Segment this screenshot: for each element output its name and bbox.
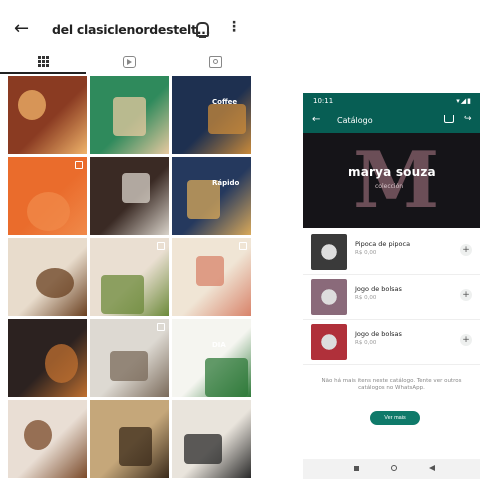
post-image-shape [196,256,224,286]
post-caption-text: Coffee [212,98,238,106]
circle-icon[interactable] [391,465,397,471]
post-thumbnail[interactable] [8,400,87,478]
post-image-shape [110,351,148,381]
item-name: Jogo de bolsas [355,330,402,338]
post-image-shape [122,173,150,203]
profile-username: del clasiclenordestelt... [52,22,211,37]
post-thumbnail[interactable] [90,76,169,154]
post-image-shape [205,358,248,397]
catalog-title: Catálogo [337,116,373,125]
status-icons: ▾◢▮ [456,97,472,105]
see-more-button[interactable]: Ver mais [370,411,420,425]
system-nav-bar [303,459,480,479]
post-image-shape [24,420,52,450]
tab-tagged[interactable] [172,50,258,74]
post-image-shape [18,90,46,120]
carousel-icon [157,242,165,250]
post-image-shape [101,275,144,314]
item-thumbnail [311,324,347,360]
post-thumbnail[interactable] [172,238,251,316]
item-thumbnail [311,279,347,315]
catalog-banner: M marya souza colección [303,133,480,228]
tab-posts[interactable] [0,50,86,74]
item-thumbnail [311,234,347,270]
post-thumbnail[interactable] [172,400,251,478]
status-bar: 10:11 ▾◢▮ [303,93,480,109]
post-image-shape [208,104,246,134]
banner-brand-name: marya souza [348,165,436,179]
carousel-icon [239,242,247,250]
cart-icon[interactable] [444,115,454,123]
item-price: R$ 0,00 [355,250,377,256]
post-thumbnail[interactable] [8,319,87,397]
item-name: Pipoca de pipoca [355,240,411,248]
post-thumbnail[interactable] [8,157,87,235]
profile-screen: ← del clasiclenordestelt... ⋮ Coffee Rápi… [0,0,258,481]
banner-tagline: colección [375,183,404,190]
grid-icon [37,55,49,67]
catalog-item[interactable]: Pipoca de pipoca R$ 0,00 + [303,230,480,275]
plus-icon[interactable]: + [460,334,472,346]
post-thumbnail[interactable]: Coffee [172,76,251,154]
catalog-item-list: Pipoca de pipoca R$ 0,00 + Jogo de bolsa… [303,230,480,365]
post-thumbnail[interactable] [90,319,169,397]
post-caption-text: DIA [212,341,226,349]
catalog-item[interactable]: Jogo de bolsas R$ 0,00 + [303,320,480,365]
profile-tabs [0,50,258,74]
post-thumbnail[interactable]: DIA [172,319,251,397]
profile-header: ← del clasiclenordestelt... ⋮ [0,14,258,50]
item-price: R$ 0,00 [355,295,377,301]
post-image-shape [27,192,70,231]
bell-icon[interactable] [196,22,209,38]
plus-icon[interactable]: + [460,244,472,256]
arrow-left-icon[interactable]: ← [312,114,320,126]
item-name: Jogo de bolsas [355,285,402,293]
post-thumbnail[interactable] [90,238,169,316]
post-thumbnail[interactable] [90,400,169,478]
post-image-shape [113,97,146,136]
share-icon[interactable]: ↪ [464,114,472,124]
catalog-screen: 10:11 ▾◢▮ ← Catálogo ↪ M marya souza col… [303,93,480,481]
post-image-shape [184,434,222,464]
post-thumbnail[interactable] [8,76,87,154]
item-price: R$ 0,00 [355,340,377,346]
carousel-icon [75,161,83,169]
post-thumbnail[interactable]: Rápido [172,157,251,235]
reels-icon [122,56,136,68]
post-thumbnail[interactable] [8,238,87,316]
post-image-shape [36,268,74,298]
carousel-icon [157,323,165,331]
banner-logo-letter: M [353,135,440,226]
tagged-icon [208,56,222,68]
plus-icon[interactable]: + [460,289,472,301]
post-image-shape [45,344,78,383]
tab-reels[interactable] [86,50,172,74]
more-vertical-icon[interactable]: ⋮ [227,20,241,34]
post-thumbnail[interactable] [90,157,169,235]
square-icon[interactable] [354,466,359,471]
post-caption-text: Rápido [212,179,240,187]
post-image-shape [119,427,152,466]
post-grid: Coffee Rápido DIA [8,76,252,478]
triangle-icon[interactable] [429,465,435,471]
arrow-left-icon[interactable]: ← [14,19,29,39]
catalog-app-bar: ← Catálogo ↪ [303,109,480,133]
catalog-item[interactable]: Jogo de bolsas R$ 0,00 + [303,275,480,320]
catalog-end-message: Não há mais itens neste catálogo. Tente … [321,378,462,391]
status-time: 10:11 [313,97,334,105]
